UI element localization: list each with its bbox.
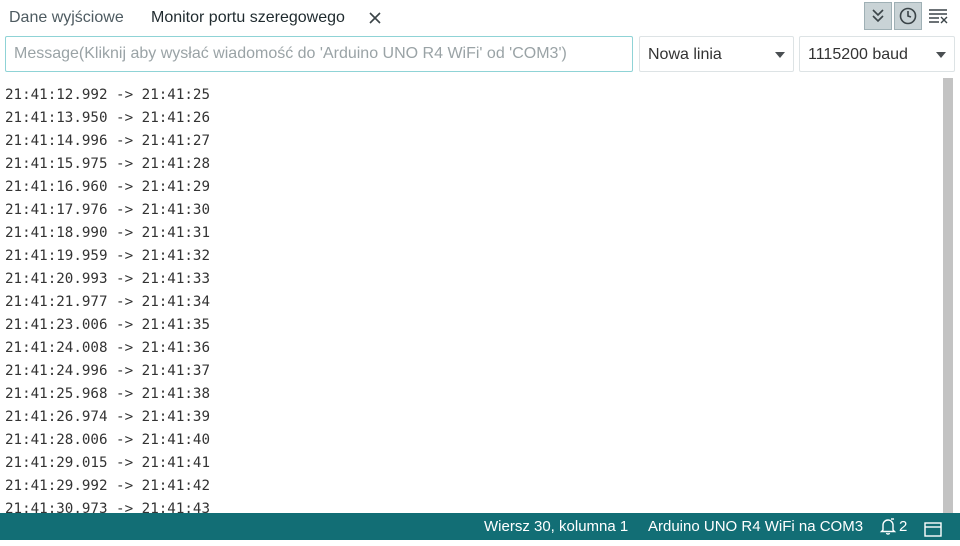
board-port-status[interactable]: Arduino UNO R4 WiFi na COM3 [648,513,863,540]
autoscroll-button[interactable] [864,2,892,30]
output-line: 21:41:16.960 -> 21:41:29 [5,179,210,195]
output-line: 21:41:14.996 -> 21:41:27 [5,133,210,149]
output-line: 21:41:19.959 -> 21:41:32 [5,248,210,264]
status-bar: Wiersz 30, kolumna 1 Arduino UNO R4 WiFi… [0,513,960,540]
output-line: 21:41:23.006 -> 21:41:35 [5,317,210,333]
output-line: 21:41:21.977 -> 21:41:34 [5,294,210,310]
output-scrollbar[interactable] [941,78,960,513]
scrollbar-thumb[interactable] [943,78,953,513]
clear-output-button[interactable] [925,2,953,30]
output-line: 21:41:26.974 -> 21:41:39 [5,409,210,425]
output-line: 21:41:18.990 -> 21:41:31 [5,225,210,241]
output-line: 21:41:29.992 -> 21:41:42 [5,478,210,494]
output-line: 21:41:17.976 -> 21:41:30 [5,202,210,218]
line-ending-value: Nowa linia [648,46,722,63]
chevron-down-icon [936,52,946,58]
toggle-panel-icon[interactable] [924,519,942,546]
close-icon[interactable] [366,9,384,27]
tab-output[interactable]: Dane wyjściowe [9,0,124,36]
serial-toolbar: Nowa linia 1115200 baud [0,36,960,76]
message-input[interactable] [5,36,633,72]
timestamp-button[interactable] [894,2,922,30]
output-line: 21:41:12.992 -> 21:41:25 [5,87,210,103]
output-line: 21:41:24.996 -> 21:41:37 [5,363,210,379]
output-line: 21:41:28.006 -> 21:41:40 [5,432,210,448]
bell-icon [879,518,897,535]
output-line: 21:41:30.973 -> 21:41:43 [5,501,210,513]
serial-output: 21:41:12.992 -> 21:41:25 21:41:13.950 -> … [0,78,941,513]
cursor-position[interactable]: Wiersz 30, kolumna 1 [484,513,628,540]
tab-bar: Dane wyjściowe Monitor portu szeregowego [0,0,960,36]
notification-count: 2 [899,518,908,535]
output-line: 21:41:25.968 -> 21:41:38 [5,386,210,402]
baud-rate-value: 1115200 baud [808,46,908,63]
output-line: 21:41:15.975 -> 21:41:28 [5,156,210,172]
chevron-down-icon [775,52,785,58]
output-line: 21:41:29.015 -> 21:41:41 [5,455,210,471]
output-line: 21:41:20.993 -> 21:41:33 [5,271,210,287]
tab-serial-monitor[interactable]: Monitor portu szeregowego [151,0,345,36]
line-ending-select[interactable]: Nowa linia [639,36,794,72]
output-line: 21:41:13.950 -> 21:41:26 [5,110,210,126]
baud-rate-select[interactable]: 1115200 baud [799,36,955,72]
output-line: 21:41:24.008 -> 21:41:36 [5,340,210,356]
